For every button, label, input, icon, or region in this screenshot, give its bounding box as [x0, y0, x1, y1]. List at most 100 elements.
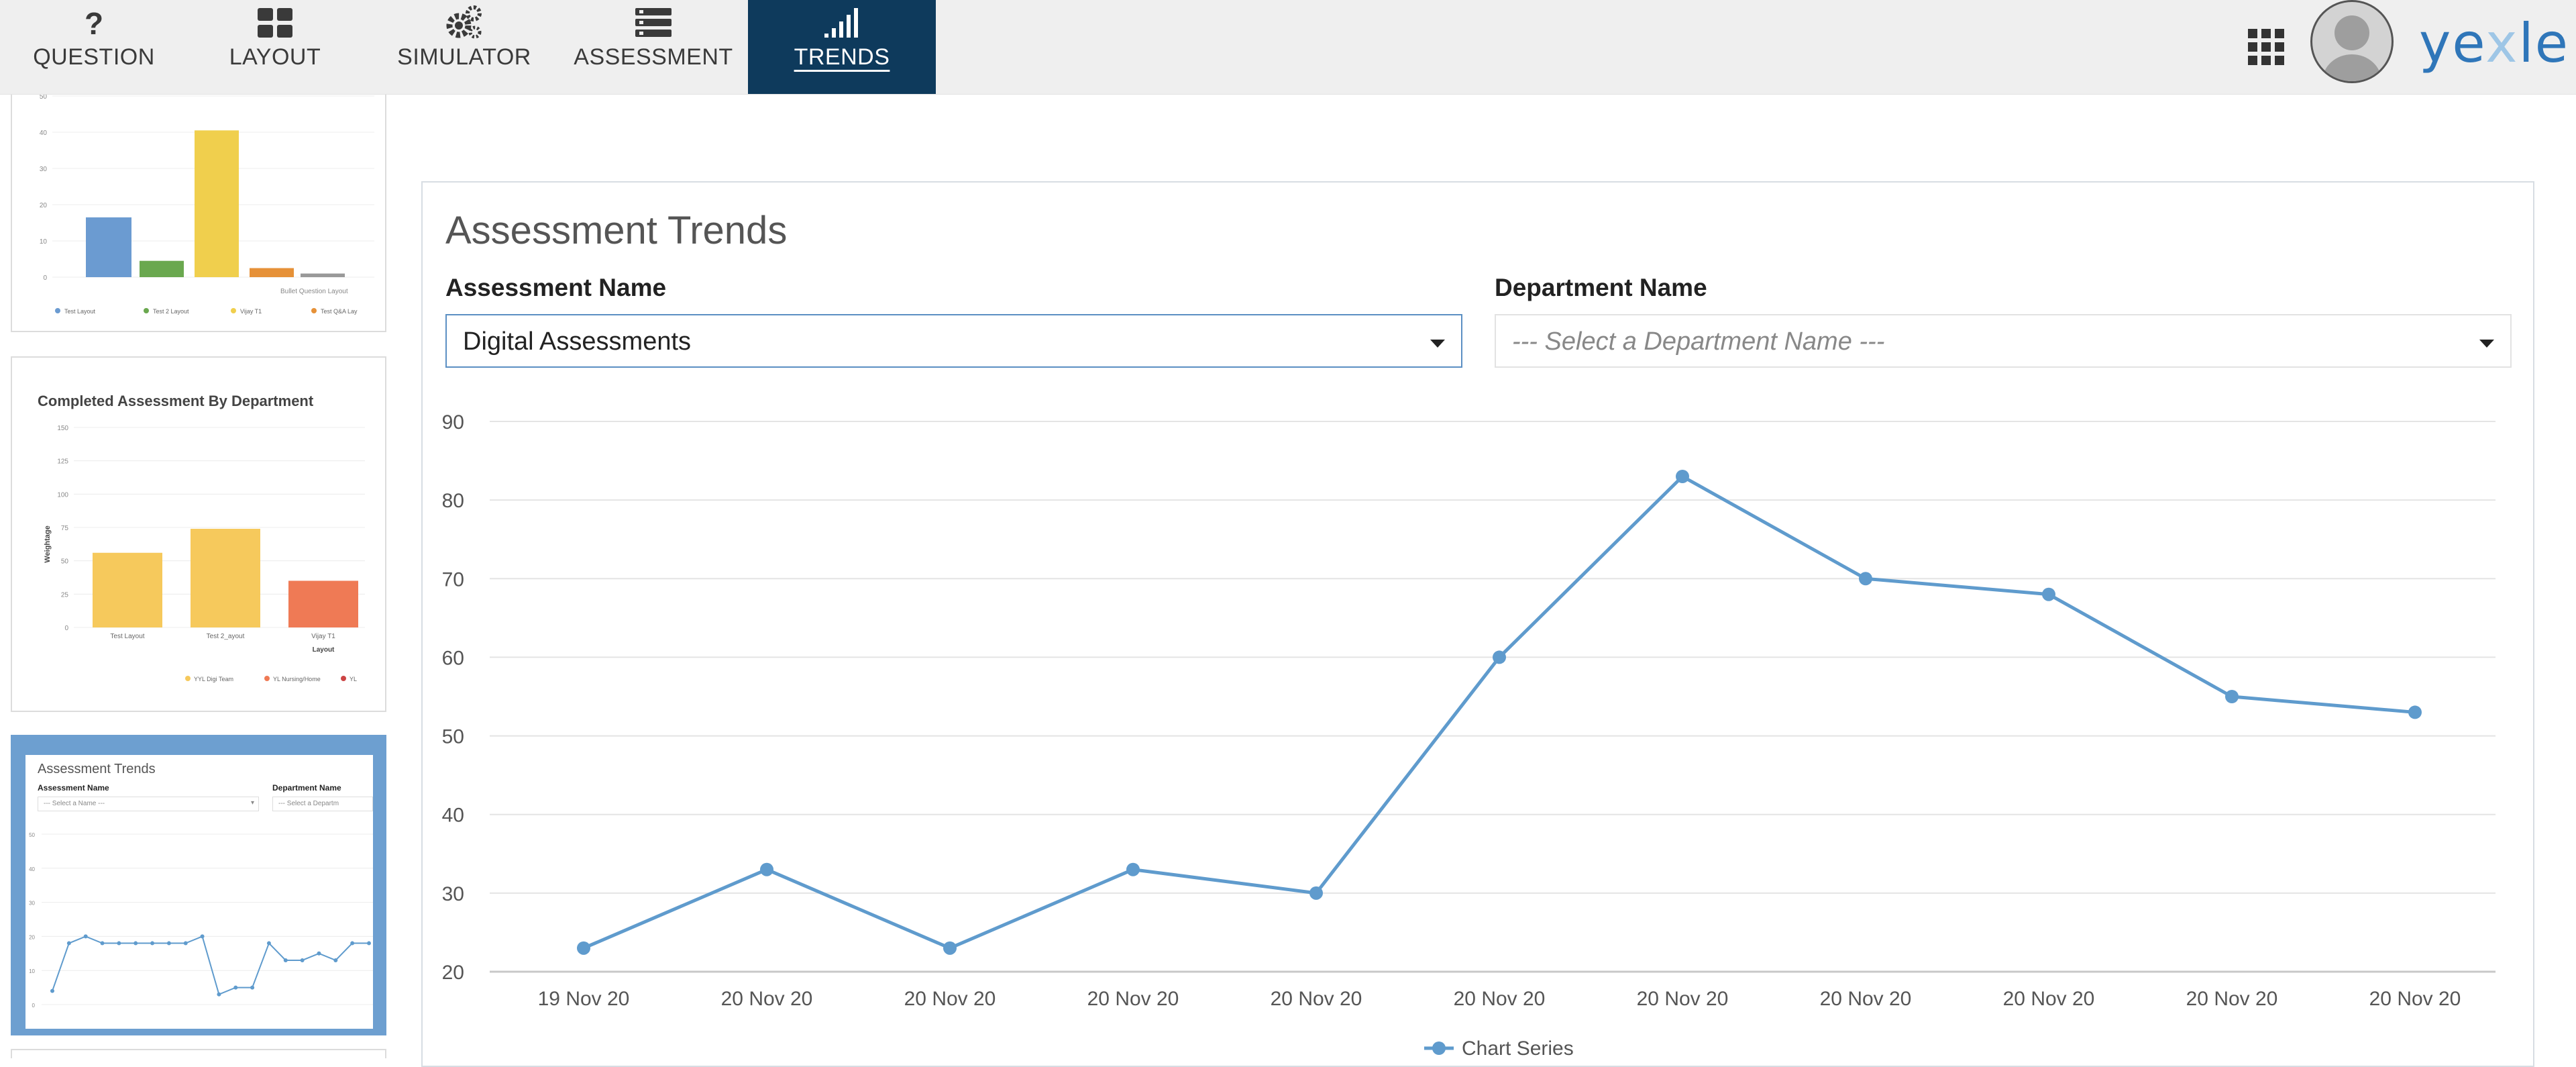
tab-assessment-label: ASSESSMENT: [574, 44, 733, 70]
thumb2-legend-label: YL Nursing/Home: [273, 676, 321, 682]
thumb1-legend-dot: [231, 308, 236, 313]
thumb3-data-point: [83, 934, 88, 939]
thumb1-y-tick: 50: [40, 95, 48, 101]
thumb3-y-tick: 30: [29, 901, 35, 907]
thumb3-y-tick: 40: [29, 866, 35, 872]
y-tick-label: 80: [442, 490, 464, 512]
x-tick-label: 20 Nov 20: [2003, 988, 2095, 1010]
brand-logo[interactable]: yexle: [2419, 12, 2569, 74]
x-tick-label: 19 Nov 20: [538, 988, 630, 1010]
thumb2-y-tick: 100: [57, 491, 68, 499]
thumb3-series-line: [52, 935, 369, 996]
thumb2-y-tick: 75: [61, 525, 69, 532]
tab-simulator[interactable]: SIMULATOR: [370, 0, 558, 94]
thumb1-y-tick: 40: [40, 130, 48, 137]
data-point: [2042, 587, 2055, 601]
data-point: [1126, 862, 1140, 876]
thumb2-x-tick: Vijay T1: [311, 633, 335, 640]
thumb3-data-point: [150, 941, 155, 946]
thumbnail-trends[interactable]: Assessment Trends Assessment Name Depart…: [11, 735, 386, 1035]
thumb3-data-point: [100, 941, 105, 946]
x-tick-label: 20 Nov 20: [904, 988, 996, 1010]
thumb3-data-point: [50, 988, 54, 993]
gears-icon: [370, 5, 558, 40]
thumb3-data-point: [217, 992, 221, 997]
thumb3-y-tick: 0: [32, 1003, 36, 1009]
thumb3-data-point: [367, 941, 371, 946]
thumb3-data-point: [317, 951, 321, 956]
top-nav-bar: ? QUESTION LAYOUT SIMULATOR ASSESSMENT T…: [0, 0, 2576, 95]
x-tick-label: 20 Nov 20: [2186, 988, 2278, 1010]
thumb1-y-tick: 10: [40, 238, 48, 246]
tab-simulator-label: SIMULATOR: [397, 44, 531, 70]
thumbnail-dept-chart[interactable]: Completed Assessment By Department 150 12…: [11, 356, 386, 712]
thumb3-y-tick: 20: [29, 934, 35, 940]
thumb1-bar: [301, 273, 345, 277]
thumb3-y-tick: 50: [29, 832, 35, 838]
x-tick-label: 20 Nov 20: [2369, 988, 2461, 1010]
thumb2-bar: [93, 552, 162, 627]
thumb3-chart: 50 40 30 20 10 0: [29, 832, 373, 1009]
logo-text-a: ye: [2419, 12, 2486, 74]
thumb1-legend-dot: [311, 308, 317, 313]
thumb2-bar: [288, 580, 358, 627]
trends-line-chart: 20 30 40 50 60 70 80 90 19 Nov 20 20 Nov 20 20 Nov…: [442, 411, 2496, 1060]
tab-layout[interactable]: LAYOUT: [181, 0, 369, 94]
thumb2-legend-dot: [185, 676, 191, 681]
x-tick-label: 20 Nov 20: [1637, 988, 1729, 1010]
series-line: [583, 474, 2416, 950]
thumb2-y-tick: 25: [61, 591, 69, 599]
x-tick-label: 20 Nov 20: [1820, 988, 1912, 1010]
layout-grid-icon: [181, 5, 369, 40]
thumb3-data-point: [283, 958, 288, 962]
tab-question[interactable]: ? QUESTION: [0, 0, 188, 94]
thumb3-data-point: [200, 934, 205, 939]
thumb1-bar: [195, 130, 239, 277]
thumb3-y-tick: 10: [29, 968, 35, 974]
data-point: [943, 941, 957, 955]
legend-marker: [1432, 1041, 1446, 1055]
y-tick-label: 30: [442, 883, 464, 905]
thumb2-chart: 150 125 100 75 50 25 0 Weightage Test Layout Test…: [44, 425, 365, 682]
data-point: [1859, 572, 1872, 586]
thumb2-title: Completed Assessment By Department: [38, 393, 314, 409]
data-point: [2408, 705, 2422, 719]
apps-grid-icon[interactable]: [2246, 27, 2286, 67]
sidebar-thumbnails: 50 40 30 20 10 0 Bullet Question Layout Test La…: [0, 95, 402, 1058]
thumb2-y-tick: 0: [64, 625, 68, 632]
tab-assessment[interactable]: ASSESSMENT: [559, 0, 747, 94]
x-tick-label: 20 Nov 20: [1454, 988, 1546, 1010]
thumb2-x-label: Layout: [313, 646, 335, 654]
tab-trends[interactable]: TRENDS: [748, 0, 936, 94]
y-tick-label: 40: [442, 805, 464, 827]
thumbnail-bar-chart[interactable]: 50 40 30 20 10 0 Bullet Question Layout Test La…: [11, 95, 386, 332]
thumb1-legend-label: Test Layout: [64, 308, 96, 315]
thumb3-data-point: [183, 941, 188, 946]
thumb3-data-point: [266, 941, 271, 946]
thumb1-legend-label: Test Q&A Lay: [321, 308, 358, 315]
thumb3-data-point: [133, 941, 138, 946]
thumb3-card: Assessment Trends Assessment Name Depart…: [25, 755, 373, 1029]
thumb1-legend-dot: [144, 308, 149, 313]
assessment-list-icon: [559, 5, 747, 40]
thumbnail-next[interactable]: [11, 1049, 386, 1058]
tab-question-label: QUESTION: [33, 44, 155, 70]
thumb1-legend-label: Test 2 Layout: [153, 308, 189, 315]
data-point: [760, 862, 773, 876]
user-avatar-icon[interactable]: [2310, 0, 2394, 83]
thumb2-y-tick: 125: [57, 458, 68, 466]
y-tick-label: 20: [442, 962, 464, 984]
logo-text-x: x: [2485, 12, 2519, 74]
assessment-trends-card: Assessment Trends Assessment Name Digita…: [421, 181, 2534, 1067]
y-tick-label: 70: [442, 568, 464, 591]
logo-text-b: le: [2518, 12, 2569, 74]
thumb3-data-point: [233, 985, 238, 990]
thumb3-data-point: [66, 941, 71, 946]
data-point: [1493, 650, 1506, 664]
y-tick-label: 90: [442, 411, 464, 434]
data-point: [1676, 470, 1689, 483]
thumb1-y-tick: 0: [43, 274, 47, 282]
thumb1-chart: 50 40 30 20 10 0 Bullet Question Layout Test La…: [40, 95, 374, 315]
thumb1-note: Bullet Question Layout: [280, 288, 348, 295]
x-tick-label: 20 Nov 20: [721, 988, 813, 1010]
